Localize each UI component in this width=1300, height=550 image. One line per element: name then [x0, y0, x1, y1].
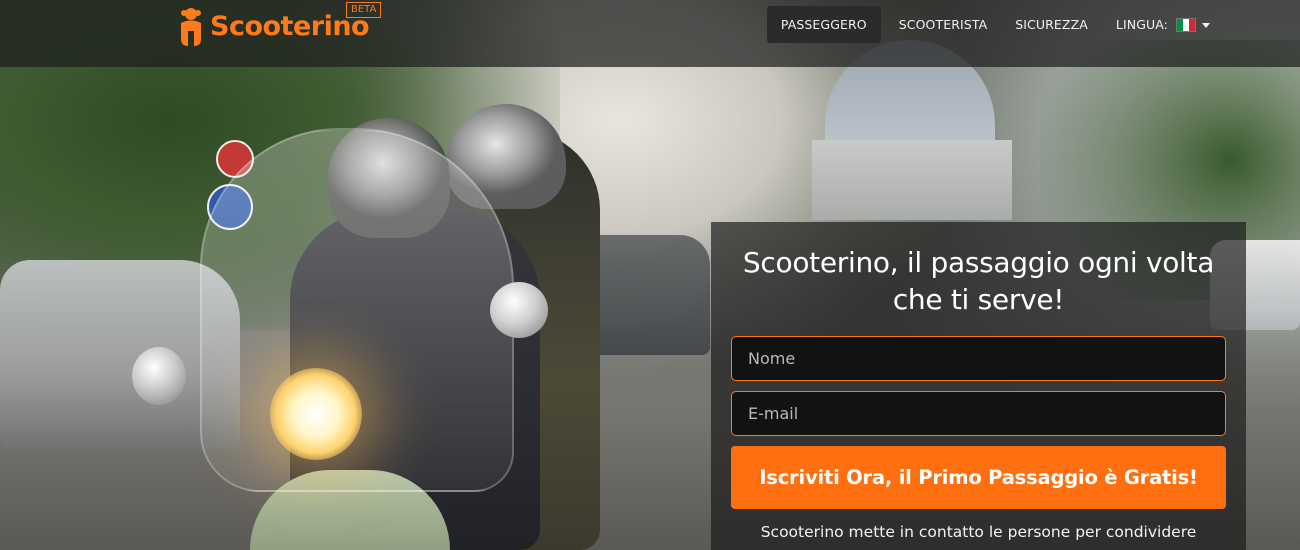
- top-navbar: Scooterino BETA PASSEGGERO SCOOTERISTA S…: [0, 0, 1300, 67]
- name-field[interactable]: [731, 336, 1226, 381]
- scooter-logo-icon: [181, 8, 201, 46]
- hero-dome-base: [812, 140, 1012, 220]
- hero-scooter-mirror: [132, 347, 186, 405]
- brand-logo[interactable]: Scooterino: [176, 0, 370, 52]
- signup-headline: Scooterino, il passaggio ogni volta che …: [742, 246, 1215, 316]
- hero-scooter-headlight: [270, 368, 362, 460]
- hero-scooter-windshield: [200, 128, 514, 492]
- signup-button[interactable]: Iscriviti Ora, il Primo Passaggio è Grat…: [731, 446, 1226, 509]
- language-dropdown[interactable]: LINGUA:: [1102, 6, 1224, 43]
- language-label: LINGUA:: [1115, 17, 1168, 32]
- beta-badge: BETA: [346, 2, 382, 18]
- service-description: Scooterino mette in contatto le persone …: [760, 523, 1197, 541]
- caret-down-icon: [1202, 23, 1210, 28]
- hero-scooter-mirror: [490, 282, 548, 338]
- main-nav: PASSEGGERO SCOOTERISTA SICUREZZA LINGUA:: [766, 6, 1224, 43]
- email-field[interactable]: [731, 391, 1226, 436]
- italian-flag-icon: [1176, 17, 1196, 32]
- signup-panel: Scooterino, il passaggio ogni volta che …: [711, 222, 1246, 550]
- nav-item-sicurezza[interactable]: SICUREZZA: [1001, 6, 1102, 43]
- nav-item-scooterista[interactable]: SCOOTERISTA: [885, 6, 1002, 43]
- landing-page: Scooterino BETA PASSEGGERO SCOOTERISTA S…: [0, 0, 1300, 550]
- nav-item-passeggero[interactable]: PASSEGGERO: [766, 6, 881, 43]
